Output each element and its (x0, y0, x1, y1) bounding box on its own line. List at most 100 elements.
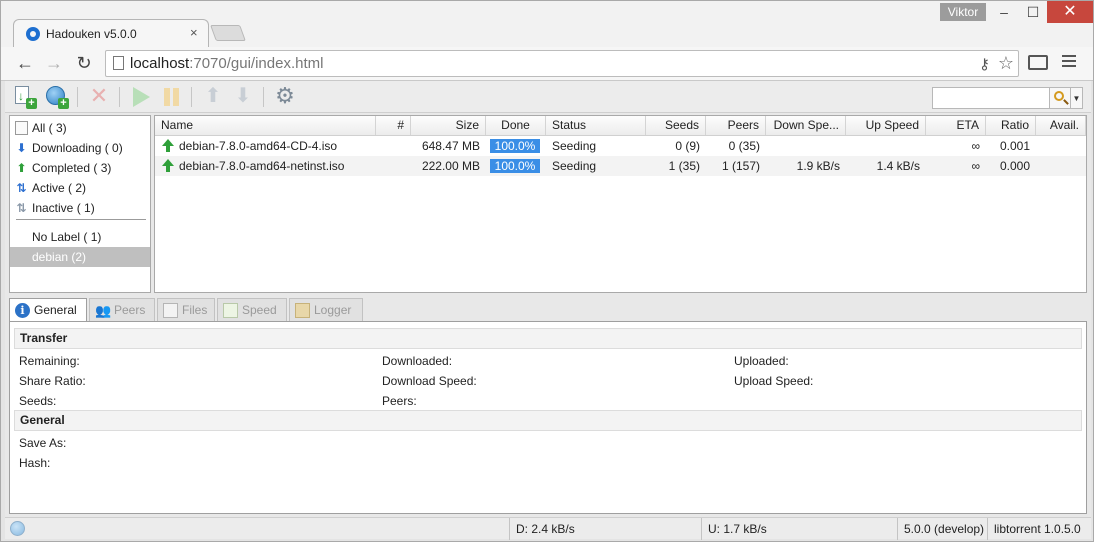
transfer-section-title: Transfer (14, 328, 1082, 349)
sidebar-item-completed[interactable]: ⬆ Completed ( 3) (10, 158, 150, 178)
column-header-done[interactable]: Done (486, 116, 546, 135)
tab-label: Logger (314, 303, 352, 317)
add-torrent-url-button[interactable]: + (45, 85, 69, 109)
sidebar-item-label: Downloading ( 0) (32, 141, 123, 155)
progress-text: 100.0% (494, 139, 536, 153)
column-header-name[interactable]: Name (155, 116, 376, 135)
tab-close-icon[interactable]: × (190, 25, 198, 40)
cell-queue (376, 136, 411, 156)
forward-button[interactable]: → (43, 52, 65, 74)
column-header-peers[interactable]: Peers (706, 116, 766, 135)
reload-button[interactable]: ↻ (73, 52, 95, 74)
key-icon[interactable]: ⚷ (979, 55, 990, 73)
tab-peers[interactable]: 👥 Peers (89, 298, 155, 322)
app-toolbar: ↓ + + ✕ ⬆ ⬇ ⚙ ▼ (5, 81, 1091, 113)
back-button[interactable]: ← (14, 52, 36, 74)
sidebar-item-downloading[interactable]: ⬇ Downloading ( 0) (10, 138, 150, 158)
sidebar-divider (16, 219, 146, 220)
cell-peers: 0 (35) (728, 139, 760, 153)
cell-up-speed: 1.4 kB/s (876, 159, 920, 173)
menu-icon[interactable] (1062, 55, 1076, 70)
column-header-queue[interactable]: # (376, 116, 411, 135)
toolbar-divider (77, 87, 78, 107)
column-header-status[interactable]: Status (546, 116, 646, 135)
cell-avail (1036, 156, 1086, 176)
sidebar-item-all[interactable]: All ( 3) (10, 118, 150, 138)
column-header-size[interactable]: Size (411, 116, 486, 135)
sidebar-item-label: Inactive ( 1) (32, 201, 95, 215)
downloaded-label: Downloaded: (382, 354, 453, 368)
seeds-label: Seeds: (19, 394, 57, 408)
download-speed-label: Download Speed: (382, 374, 477, 388)
cell-down-speed (766, 136, 846, 156)
sidebar-label-debian[interactable]: debian (2) (10, 247, 150, 267)
play-icon (133, 87, 150, 107)
settings-gear-icon[interactable]: ⚙ (273, 85, 297, 109)
search-button[interactable] (1049, 87, 1071, 109)
address-bar[interactable]: localhost:7070/gui/index.html ⚷ ☆ (105, 50, 1019, 77)
search-input[interactable] (932, 87, 1050, 109)
cell-avail (1036, 136, 1086, 156)
hadouken-favicon-icon (26, 27, 40, 41)
active-arrows-icon: ⇅ (16, 181, 27, 195)
cell-name: debian-7.8.0-amd64-netinst.iso (155, 156, 376, 176)
tab-files[interactable]: Files (157, 298, 215, 322)
upload-speed-label: Upload Speed: (734, 374, 814, 388)
version-status: 5.0.0 (develop) (897, 518, 987, 540)
star-icon[interactable]: ☆ (998, 53, 1014, 74)
toolbar-divider (191, 87, 192, 107)
start-torrent-button[interactable] (129, 85, 153, 109)
profile-user-badge[interactable]: Viktor (940, 3, 986, 21)
cell-eta: ∞ (971, 139, 980, 153)
new-tab-button[interactable] (210, 25, 246, 41)
toolbar-divider (119, 87, 120, 107)
upload-rate-status: U: 1.7 kB/s (701, 518, 897, 540)
tab-label: Peers (114, 303, 146, 317)
cell-size: 648.47 MB (421, 139, 480, 153)
pause-torrent-button[interactable] (159, 85, 183, 109)
detail-tab-bar: i General 👥 Peers Files Speed Logger (9, 298, 1087, 323)
add-torrent-file-button[interactable]: ↓ + (13, 85, 37, 109)
window-minimize-button[interactable]: – (989, 1, 1019, 23)
move-up-button[interactable]: ⬆ (201, 85, 225, 109)
url-text[interactable]: localhost:7070/gui/index.html (130, 55, 323, 72)
cell-peers: 1 (157) (721, 159, 760, 173)
url-path: :7070/gui/index.html (189, 55, 324, 72)
cell-queue (376, 156, 411, 176)
search-dropdown-button[interactable]: ▼ (1071, 87, 1083, 109)
seeding-arrow-icon (162, 139, 174, 152)
peers-icon: 👥 (95, 303, 112, 318)
column-header-down-speed[interactable]: Down Spe... (766, 116, 846, 135)
table-row[interactable]: debian-7.8.0-amd64-netinst.iso 222.00 MB… (155, 156, 1086, 176)
sidebar-item-inactive[interactable]: ⇅ Inactive ( 1) (10, 198, 150, 218)
tab-speed[interactable]: Speed (217, 298, 287, 322)
share-ratio-label: Share Ratio: (19, 374, 86, 388)
browser-tab[interactable]: Hadouken v5.0.0 × (13, 19, 209, 47)
column-header-avail[interactable]: Avail. (1036, 116, 1086, 135)
completed-arrow-icon: ⬆ (16, 161, 27, 175)
sidebar-item-label: Active ( 2) (32, 181, 87, 195)
sidebar-item-label: Completed ( 3) (32, 161, 112, 175)
sidebar-label-no-label[interactable]: No Label ( 1) (10, 227, 150, 247)
window-close-button[interactable]: ✕ (1047, 1, 1093, 23)
window-maximize-button[interactable]: ☐ (1018, 1, 1048, 23)
column-header-eta[interactable]: ETA (926, 116, 986, 135)
column-header-seeds[interactable]: Seeds (646, 116, 706, 135)
progress-text: 100.0% (494, 159, 536, 173)
cell-status: Seeding (552, 139, 597, 153)
table-row[interactable]: debian-7.8.0-amd64-CD-4.iso 648.47 MB 10… (155, 136, 1086, 156)
remove-torrent-button[interactable]: ✕ (87, 85, 111, 109)
plus-icon: + (26, 98, 37, 109)
inactive-arrows-icon: ⇅ (16, 201, 27, 215)
down-arrow-icon: ↓ (18, 89, 24, 103)
sidebar-item-active[interactable]: ⇅ Active ( 2) (10, 178, 150, 198)
tab-logger[interactable]: Logger (289, 298, 363, 322)
torrent-table: Name # Size Done Status Seeds Peers Down… (154, 115, 1087, 293)
column-header-up-speed[interactable]: Up Speed (846, 116, 926, 135)
sidebar-item-label: All ( 3) (32, 121, 67, 135)
browser-title-strip: Hadouken v5.0.0 × Viktor – ☐ ✕ (1, 1, 1093, 47)
column-header-ratio[interactable]: Ratio (986, 116, 1036, 135)
move-down-button[interactable]: ⬇ (231, 85, 255, 109)
tab-general[interactable]: i General (9, 298, 87, 323)
cast-icon[interactable] (1028, 55, 1048, 70)
